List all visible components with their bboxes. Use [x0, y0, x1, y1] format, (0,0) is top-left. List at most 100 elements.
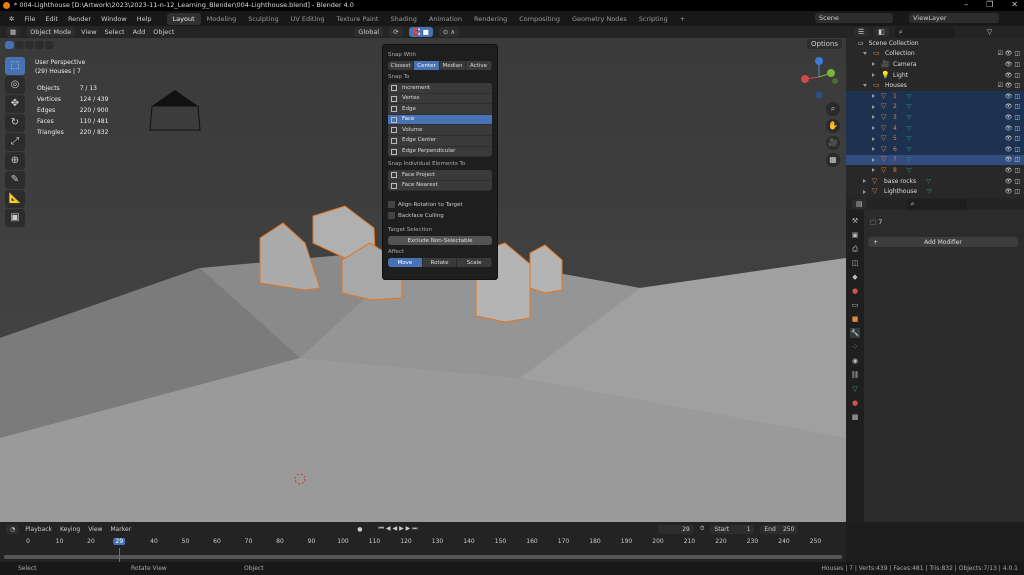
tab-animation[interactable]: Animation — [423, 13, 468, 25]
tab-shading[interactable]: Shading — [384, 13, 422, 25]
editor-type-button[interactable]: ◔ — [6, 524, 20, 534]
outliner-row[interactable]: ▽ 5 ▽ 👁 ◫ — [846, 133, 1024, 144]
expand-arrow-icon[interactable] — [872, 73, 875, 78]
expand-arrow-icon[interactable] — [872, 62, 875, 67]
data-tab-icon[interactable]: ▽ — [850, 384, 860, 394]
menu-window[interactable]: Window — [96, 15, 132, 23]
menu-render[interactable]: Render — [63, 15, 96, 23]
measure-tool[interactable]: 📐 — [5, 190, 25, 208]
tab-modeling[interactable]: Modeling — [201, 13, 243, 25]
menu-select[interactable]: Select — [105, 28, 125, 36]
select-box-tool[interactable]: ⬚ — [5, 57, 25, 75]
physics-tab-icon[interactable]: ◉ — [850, 356, 860, 366]
scale-tool[interactable]: ⤢ — [5, 133, 25, 151]
modifier-tab-icon[interactable]: 🔧 — [850, 328, 860, 338]
scene-selector[interactable]: Scene — [815, 13, 893, 23]
outliner-row[interactable]: ▽ 8 ▽ 👁 ◫ — [846, 165, 1024, 176]
options-button[interactable]: Options — [807, 39, 843, 49]
filter-icon[interactable]: ▽ — [987, 28, 992, 36]
snap-individual-face-project[interactable]: Face Project — [388, 170, 492, 181]
outliner-row[interactable]: ▽ base rocks ▽ 👁 ◫ — [846, 176, 1024, 187]
outliner-row[interactable]: ▽ 3 ▽ 👁 ◫ — [846, 112, 1024, 123]
editor-type-button[interactable]: ▤ — [852, 199, 867, 209]
menu-object[interactable]: Object — [153, 28, 174, 36]
expand-arrow-icon[interactable] — [863, 52, 867, 56]
visibility-toggles[interactable]: 👁 ◫ — [1005, 156, 1020, 163]
affect-move[interactable]: Move — [388, 258, 423, 268]
affect-scale[interactable]: Scale — [457, 258, 492, 268]
menu-keying[interactable]: Keying — [60, 526, 80, 533]
expand-arrow-icon[interactable] — [872, 147, 875, 152]
collection-tab-icon[interactable]: ▭ — [850, 300, 860, 310]
tab-uv-editing[interactable]: UV Editing — [285, 13, 331, 25]
add-cube-tool[interactable]: ▣ — [5, 209, 25, 227]
select-subtract-button[interactable] — [25, 41, 34, 49]
material-tab-icon[interactable]: ● — [850, 398, 860, 408]
snap-to-increment[interactable]: Increment — [388, 83, 492, 94]
outliner-row[interactable]: 💡 Light 👁 ◫ — [846, 70, 1024, 81]
orientation-selector[interactable]: Global — [354, 27, 384, 37]
snap-to-edge-center[interactable]: Edge Center — [388, 136, 492, 147]
tab-rendering[interactable]: Rendering — [468, 13, 513, 25]
frame-ruler[interactable]: 0 10 20 29 40 50 60 70 80 90 100 110 120 130 140 150 160… — [0, 538, 846, 548]
menu-edit[interactable]: Edit — [40, 15, 63, 23]
expand-arrow-icon[interactable] — [863, 189, 866, 194]
maximize-button[interactable]: ❐ — [986, 0, 993, 11]
transform-tool[interactable]: ⊕ — [5, 152, 25, 170]
outliner-search-input[interactable]: ⌕ — [894, 26, 955, 38]
outliner-row[interactable]: ▽ 6 ▽ 👁 ◫ — [846, 143, 1024, 155]
visibility-toggles[interactable]: ☑ 👁 ◫ — [998, 82, 1020, 89]
visibility-toggles[interactable]: 👁 ◫ — [1005, 178, 1020, 185]
close-button[interactable]: ✕ — [1011, 0, 1018, 11]
navigation-gizmo[interactable] — [797, 55, 841, 99]
expand-arrow-icon[interactable] — [872, 136, 875, 141]
current-frame-field[interactable]: 29 — [657, 524, 694, 534]
expand-arrow-icon[interactable] — [872, 94, 875, 99]
blender-menu-icon[interactable]: ✲ — [4, 15, 19, 23]
tab-texture-paint[interactable]: Texture Paint — [331, 13, 385, 25]
snap-with-median[interactable]: Median — [440, 61, 466, 70]
camera-view-icon[interactable]: 🎥 — [826, 136, 840, 150]
visibility-toggles[interactable]: 👁 ◫ — [1005, 114, 1020, 121]
object-tab-icon[interactable]: ■ — [850, 314, 860, 324]
expand-arrow-icon[interactable] — [872, 104, 875, 109]
texture-tab-icon[interactable]: ▩ — [850, 412, 860, 422]
world-tab-icon[interactable]: ● — [850, 286, 860, 296]
visibility-toggles[interactable]: 👁 ◫ — [1005, 146, 1020, 153]
outliner-row[interactable]: ▽ 7 ▽ 👁 ◫ — [846, 154, 1024, 166]
scene-tab-icon[interactable]: ◆ — [850, 272, 860, 282]
outliner-row[interactable]: 🎥 Camera 👁 ◫ — [846, 59, 1024, 70]
playhead-line[interactable] — [119, 548, 121, 562]
render-tab-icon[interactable]: ▣ — [850, 230, 860, 240]
backface-culling-checkbox[interactable]: Backface Culling — [388, 212, 492, 220]
ortho-grid-icon[interactable]: ▦ — [826, 153, 840, 167]
zoom-icon[interactable]: ⌕ — [826, 102, 840, 116]
snap-with-center[interactable]: Center — [414, 61, 440, 70]
expand-arrow-icon[interactable] — [872, 157, 875, 162]
expand-arrow-icon[interactable] — [872, 126, 875, 131]
stopwatch-icon[interactable]: ⏱ — [700, 525, 705, 533]
cursor-tool[interactable]: ◎ — [5, 76, 25, 94]
outliner-row[interactable]: ▽ Lighthouse ▽ 👁 ◫ — [846, 186, 1024, 197]
affect-rotate[interactable]: Rotate — [423, 258, 458, 268]
tab-sculpting[interactable]: Sculpting — [242, 13, 284, 25]
visibility-toggles[interactable]: 👁 ◫ — [1005, 72, 1020, 79]
visibility-toggles[interactable]: 👁 ◫ — [1005, 167, 1020, 174]
proportional-edit-button[interactable]: ⊙ ∧ — [438, 27, 460, 37]
expand-arrow-icon[interactable] — [872, 115, 875, 120]
select-intersect-button[interactable] — [45, 41, 54, 49]
snap-to-edge[interactable]: Edge — [388, 104, 492, 115]
expand-arrow-icon[interactable] — [863, 84, 867, 88]
visibility-toggles[interactable]: 👁 ◫ — [1005, 135, 1020, 142]
constraints-tab-icon[interactable]: ⛓ — [850, 370, 860, 380]
output-tab-icon[interactable]: ⎙ — [850, 244, 860, 254]
select-extend-button[interactable] — [15, 41, 24, 49]
snap-with-active[interactable]: Active — [466, 61, 492, 70]
menu-help[interactable]: Help — [132, 15, 157, 23]
timeline-scrollbar[interactable] — [4, 555, 842, 559]
add-modifier-button[interactable]: + Add Modifier — [868, 237, 1018, 247]
menu-view[interactable]: View — [81, 28, 96, 36]
tab-scripting[interactable]: Scripting — [633, 13, 674, 25]
tab-add[interactable]: + — [674, 13, 691, 25]
mode-selector[interactable]: Object Mode — [26, 27, 76, 37]
